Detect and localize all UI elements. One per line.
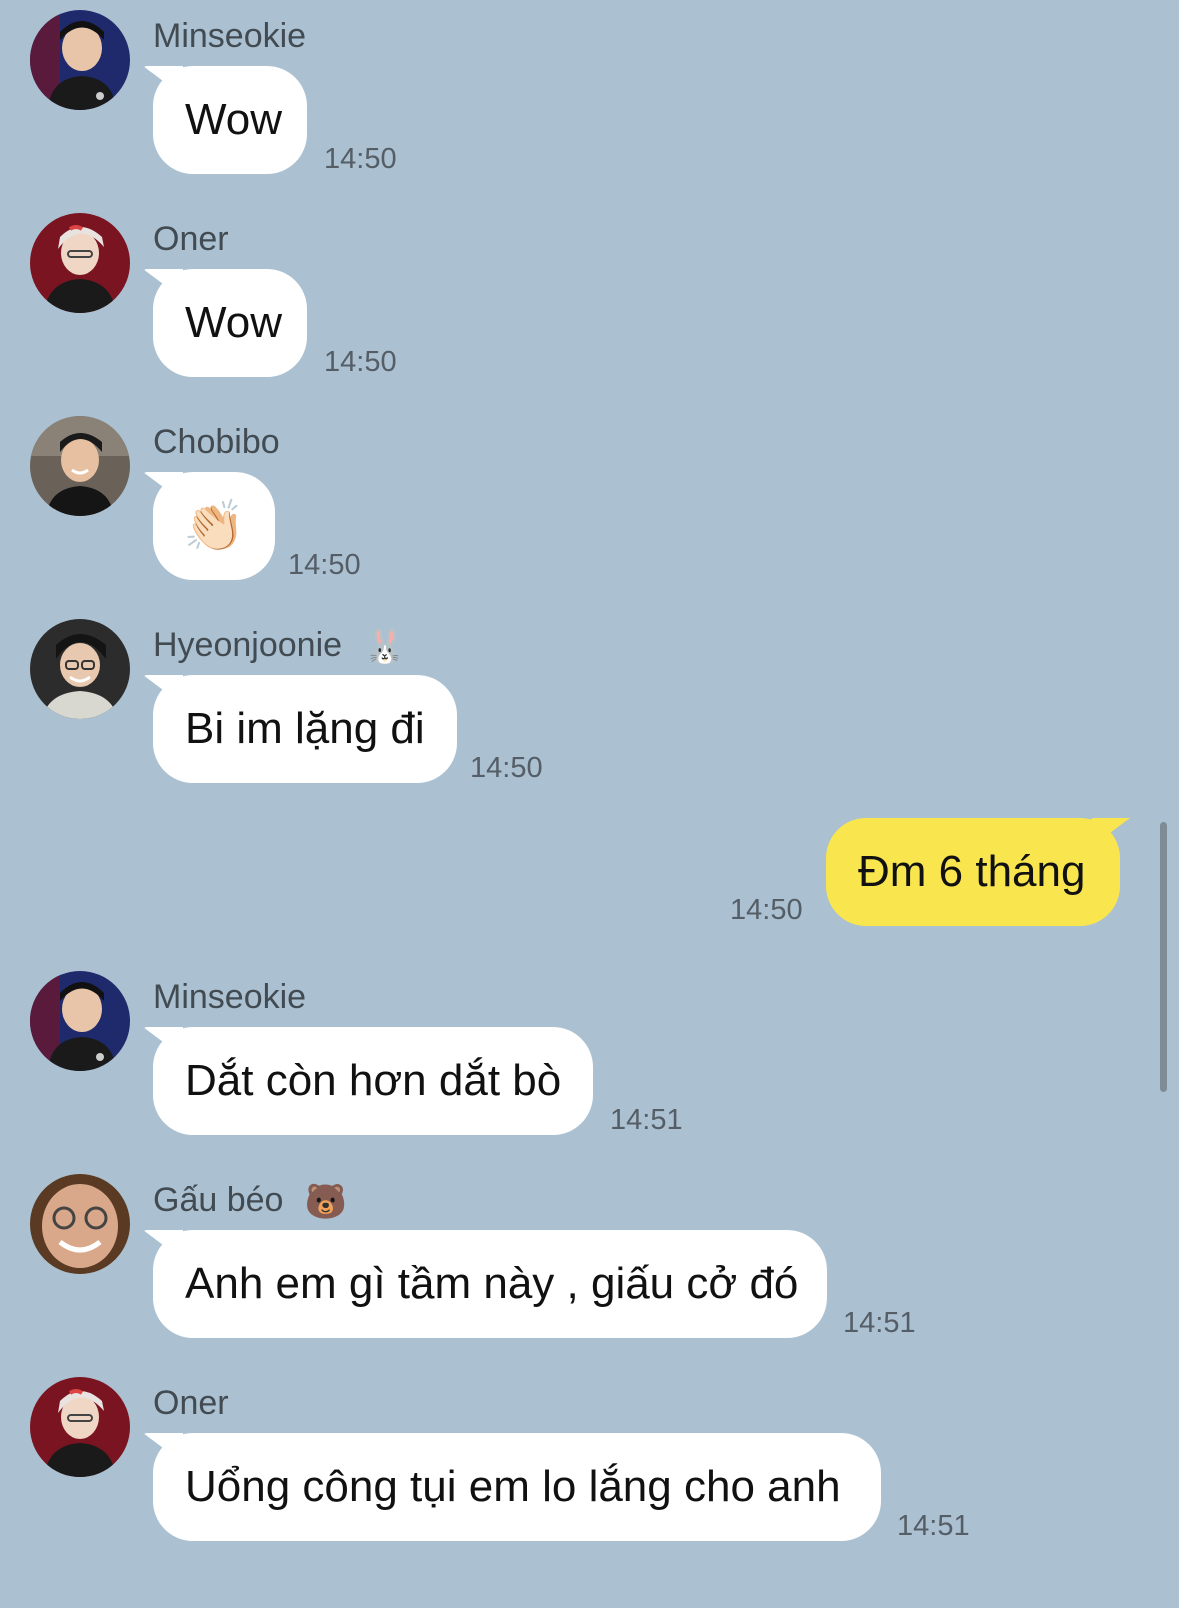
message-time: 14:51	[897, 1510, 970, 1542]
scrollbar[interactable]	[1160, 822, 1167, 1092]
avatar-minseokie[interactable]	[30, 971, 130, 1071]
sender-name: Oner	[153, 1383, 229, 1423]
avatar-oner[interactable]	[30, 1377, 130, 1477]
sender-name-text: Hyeonjoonie	[153, 626, 343, 664]
avatar-image	[30, 1377, 130, 1477]
message-bubble[interactable]: Dắt còn hơn dắt bò	[153, 1027, 593, 1135]
sender-name: Minseokie	[153, 977, 306, 1017]
avatar-image	[30, 416, 130, 516]
sender-name: Chobibo	[153, 422, 280, 462]
message-bubble[interactable]: Anh em gì tầm này , giấu cở đó	[153, 1230, 827, 1338]
message-bubble[interactable]: Wow	[153, 66, 307, 174]
sender-name: Minseokie	[153, 16, 306, 56]
message-text: Đm 6 tháng	[858, 847, 1086, 896]
sender-name-text: Oner	[153, 220, 229, 258]
sender-name-text: Minseokie	[153, 978, 307, 1016]
sender-name-text: Oner	[153, 1384, 229, 1422]
message-time: 14:51	[843, 1307, 916, 1339]
message-text: Anh em gì tầm này , giấu cở đó	[185, 1259, 799, 1308]
avatar-image	[30, 619, 130, 719]
message-time: 14:50	[324, 143, 397, 175]
message-bubble[interactable]: 👏🏻	[153, 472, 275, 580]
message-text: Wow	[185, 95, 282, 144]
message-text: Wow	[185, 298, 282, 347]
message-time: 14:51	[610, 1104, 683, 1136]
sender-name: Oner	[153, 219, 229, 259]
message-bubble[interactable]: Bi im lặng đi	[153, 675, 457, 783]
avatar-image	[30, 213, 130, 313]
message-time: 14:50	[730, 894, 803, 926]
chat-message-list[interactable]: Minseokie Wow 14:50 Oner Wow 14:50 Chobi…	[0, 0, 1179, 1608]
avatar-oner[interactable]	[30, 213, 130, 313]
avatar-minseokie[interactable]	[30, 10, 130, 110]
bear-emoji: 🐻	[304, 1183, 348, 1222]
message-time: 14:50	[470, 752, 543, 784]
message-bubble-own[interactable]: Đm 6 tháng	[826, 818, 1120, 926]
message-text: Bi im lặng đi	[185, 704, 425, 753]
message-time: 14:50	[288, 549, 361, 581]
message-time: 14:50	[324, 346, 397, 378]
sender-name-text: Gấu béo	[153, 1181, 284, 1219]
message-bubble[interactable]: Uổng công tụi em lo lắng cho anh	[153, 1433, 881, 1541]
rabbit-emoji: 🐰	[363, 628, 406, 667]
message-bubble[interactable]: Wow	[153, 269, 307, 377]
sender-name: Gấu béo 🐻	[153, 1180, 347, 1222]
avatar-chobibo[interactable]	[30, 416, 130, 516]
avatar-image	[30, 10, 130, 110]
message-text: Uổng công tụi em lo lắng cho anh	[185, 1462, 841, 1511]
avatar-gau-beo[interactable]	[30, 1174, 130, 1274]
sender-name-text: Chobibo	[153, 423, 280, 461]
clapping-hands-emoji: 👏🏻	[183, 497, 246, 554]
avatar-image	[30, 971, 130, 1071]
sender-name: Hyeonjoonie 🐰	[153, 625, 406, 667]
sender-name-text: Minseokie	[153, 17, 307, 55]
message-text: Dắt còn hơn dắt bò	[185, 1056, 562, 1105]
avatar-hyeonjoonie[interactable]	[30, 619, 130, 719]
avatar-image	[30, 1174, 130, 1274]
